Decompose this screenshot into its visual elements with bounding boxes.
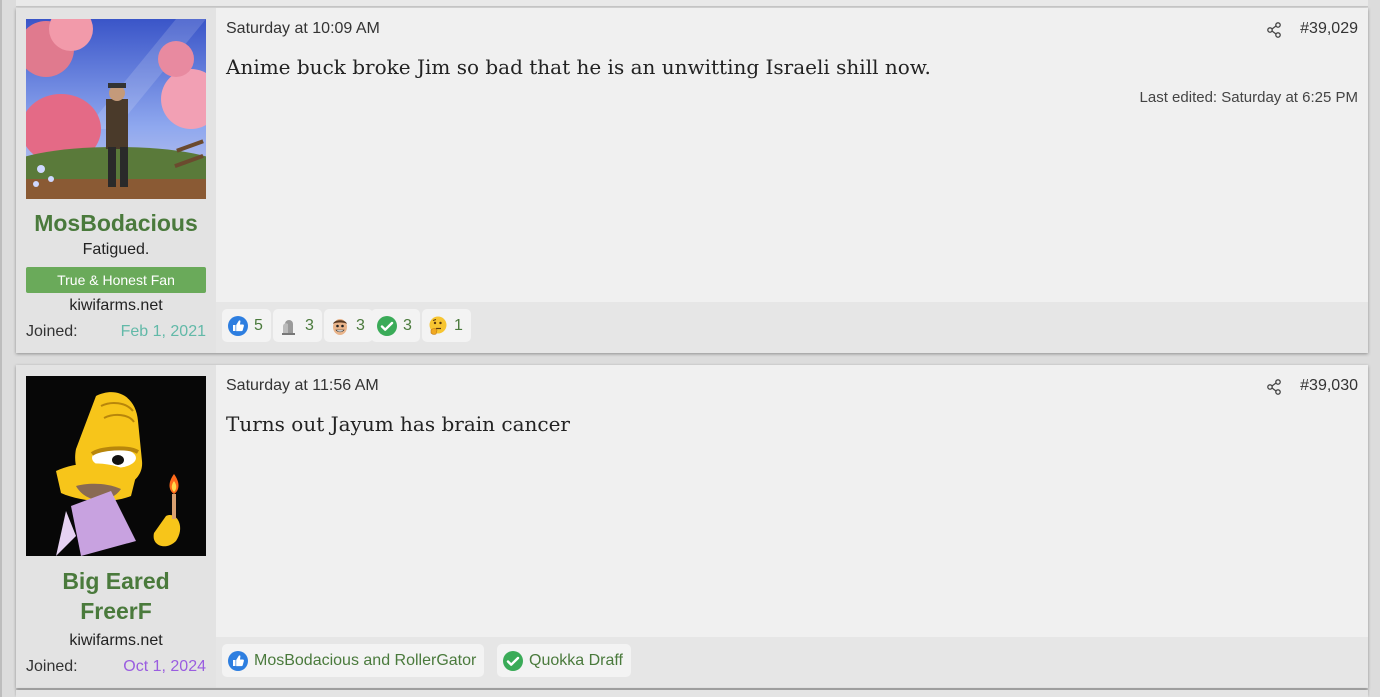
checkmark-icon xyxy=(503,650,523,671)
reaction-thumbs-up[interactable]: 5 xyxy=(222,309,271,342)
post-body: Anime buck broke Jim so bad that he is a… xyxy=(226,55,931,79)
reaction-users[interactable]: MosBodacious and RollerGator xyxy=(254,652,476,670)
reaction-users[interactable]: Quokka Draff xyxy=(529,652,623,670)
post-number[interactable]: #39,029 xyxy=(1300,20,1358,38)
reaction-face[interactable]: 3 xyxy=(324,309,373,342)
reaction-count: 3 xyxy=(403,316,412,334)
next-post-edge xyxy=(16,690,1368,697)
post-body: Turns out Jayum has brain cancer xyxy=(226,412,570,436)
reaction-checkmark[interactable]: 3 xyxy=(371,309,420,342)
user-banner: True & Honest Fan xyxy=(26,267,206,293)
post-content: Saturday at 10:09 AM #39,029 Anime buck … xyxy=(216,8,1368,353)
reaction-count: 1 xyxy=(454,316,463,334)
post-number[interactable]: #39,030 xyxy=(1300,377,1358,395)
username-line-2[interactable]: FreerF xyxy=(16,596,216,626)
post-date[interactable]: Saturday at 11:56 AM xyxy=(226,377,379,395)
post-39029: MosBodacious Fatigued. True & Honest Fan… xyxy=(16,8,1368,353)
avatar-image xyxy=(26,376,206,556)
share-icon[interactable] xyxy=(1266,22,1282,38)
user-site: kiwifarms.net xyxy=(69,297,163,314)
username-line-1[interactable]: Big Eared xyxy=(16,566,216,596)
post-date[interactable]: Saturday at 10:09 AM xyxy=(226,20,380,38)
reaction-tombstone[interactable]: 3 xyxy=(273,309,322,342)
reaction-count: 5 xyxy=(254,316,263,334)
reactions-bar: MosBodacious and RollerGator Quokka Draf… xyxy=(216,637,1368,688)
reaction-checkmark[interactable]: Quokka Draff xyxy=(497,644,631,677)
tombstone-icon xyxy=(282,319,295,335)
joined-date: Oct 1, 2024 xyxy=(123,658,206,675)
user-info-panel: Big Eared FreerF kiwifarms.net Joined: O… xyxy=(16,365,216,688)
joined-label: Joined: xyxy=(26,658,78,675)
user-site: kiwifarms.net xyxy=(69,632,163,649)
avatar[interactable] xyxy=(26,19,206,199)
reactions-bar: 5 3 3 3 1 xyxy=(216,302,1368,353)
avatar-image xyxy=(26,19,206,199)
reaction-count: 3 xyxy=(356,316,365,334)
user-title: Fatigued. xyxy=(82,241,150,258)
username[interactable]: MosBodacious xyxy=(16,208,216,238)
thumbs-up-icon xyxy=(228,315,248,336)
checkmark-icon xyxy=(377,315,397,336)
last-edited: Last edited: Saturday at 6:25 PM xyxy=(1139,89,1358,106)
thumbs-up-icon xyxy=(228,650,248,671)
face-icon xyxy=(333,318,347,335)
avatar[interactable] xyxy=(26,376,206,556)
reaction-count: 3 xyxy=(305,316,314,334)
previous-post-edge xyxy=(16,0,1368,7)
post-content: Saturday at 11:56 AM #39,030 Turns out J… xyxy=(216,365,1368,688)
post-39030: Big Eared FreerF kiwifarms.net Joined: O… xyxy=(16,365,1368,688)
thinking-emoji-icon xyxy=(429,316,447,335)
reaction-thumbs-up[interactable]: MosBodacious and RollerGator xyxy=(222,644,485,677)
page-left-rule xyxy=(0,0,2,697)
reaction-thinking[interactable]: 1 xyxy=(422,309,471,342)
joined-label: Joined: xyxy=(26,323,78,340)
share-icon[interactable] xyxy=(1266,379,1282,395)
joined-date: Feb 1, 2021 xyxy=(120,323,206,340)
user-info-panel: MosBodacious Fatigued. True & Honest Fan… xyxy=(16,8,216,353)
